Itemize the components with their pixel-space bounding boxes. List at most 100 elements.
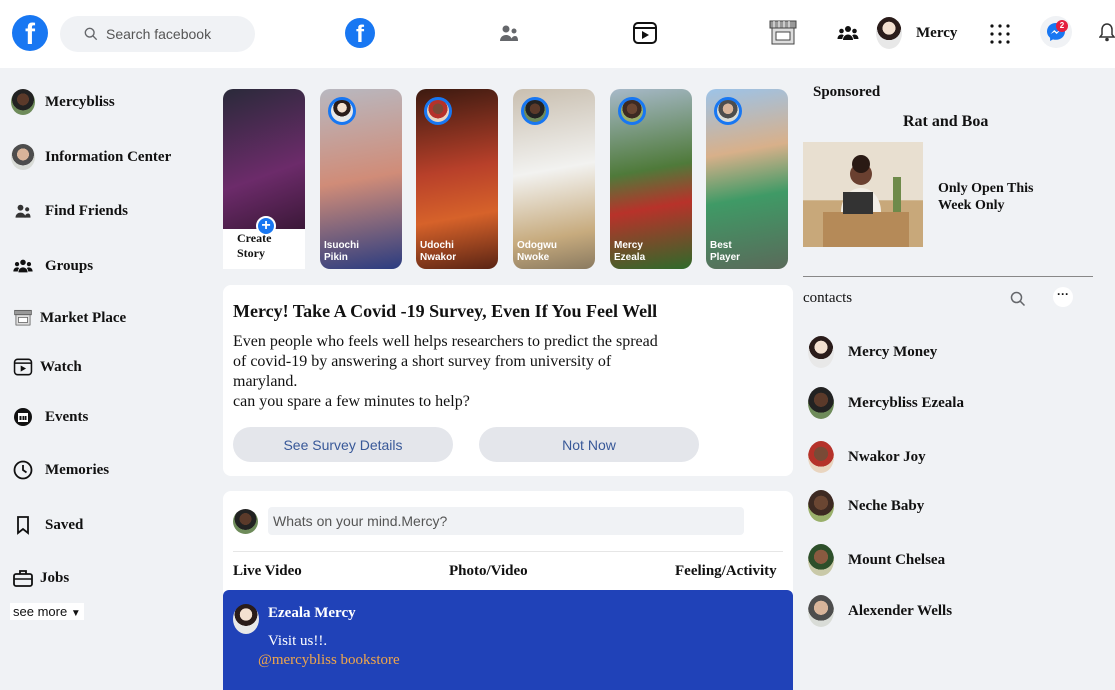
- sidebar-item-events[interactable]: Events: [10, 403, 88, 431]
- groups-icon: [13, 259, 33, 273]
- create-story-label: Create Story: [237, 231, 272, 260]
- facebook-logo[interactable]: f: [12, 15, 48, 51]
- contact-item[interactable]: Mount Chelsea: [808, 544, 945, 576]
- survey-title: Mercy! Take A Covid -19 Survey, Even If …: [233, 301, 658, 321]
- avatar: [808, 595, 834, 627]
- sidebar-item-label: Market Place: [40, 309, 127, 326]
- sidebar-item-watch[interactable]: Watch: [10, 353, 82, 381]
- search-input[interactable]: [106, 26, 246, 42]
- messenger-icon: [1047, 23, 1065, 41]
- post-text: Visit us!!.: [268, 633, 328, 649]
- see-more-dropdown[interactable]: see more ▼: [10, 603, 84, 620]
- avatar: [714, 97, 742, 125]
- chevron-down-icon: ▼: [70, 608, 81, 619]
- profile-name: Mercy: [916, 24, 958, 41]
- sidebar-item-label: Jobs: [40, 569, 70, 586]
- not-now-button[interactable]: Not Now: [479, 427, 699, 462]
- sidebar-item-mercybliss[interactable]: Mercybliss: [10, 88, 115, 116]
- ad-image[interactable]: [803, 142, 923, 247]
- avatar: [808, 336, 834, 368]
- marketplace-nav-button[interactable]: [767, 17, 799, 49]
- sidebar-item-memories[interactable]: Memories: [10, 456, 109, 484]
- watch-icon: [633, 22, 657, 44]
- marketplace-icon: [769, 20, 797, 45]
- see-more-label: see more: [13, 604, 68, 619]
- avatar: [808, 387, 834, 419]
- clock-icon: [13, 460, 33, 480]
- story-card[interactable]: Best Player: [706, 89, 788, 269]
- post-author[interactable]: Ezeala Mercy: [268, 605, 356, 622]
- whats-on-your-mind-input[interactable]: [268, 507, 744, 535]
- see-survey-details-button[interactable]: See Survey Details: [233, 427, 453, 462]
- groups-icon: [837, 26, 859, 40]
- notification-badge: 2: [1056, 20, 1068, 32]
- sidebar-item-groups[interactable]: Groups: [10, 252, 93, 280]
- survey-card: Mercy! Take A Covid -19 Survey, Even If …: [223, 285, 793, 476]
- search-icon[interactable]: [1010, 291, 1026, 307]
- sidebar-item-label: Mercybliss: [45, 93, 115, 110]
- sidebar-item-label: Saved: [45, 516, 84, 533]
- sidebar-item-label: Find Friends: [45, 202, 128, 219]
- sidebar-item-jobs[interactable]: Jobs: [10, 564, 69, 592]
- avatar: [233, 509, 258, 534]
- contact-item[interactable]: Alexender Wells: [808, 595, 952, 627]
- photo-video-button[interactable]: Photo/Video: [449, 563, 528, 580]
- watch-icon: [13, 358, 33, 376]
- more-options-icon[interactable]: ···: [1053, 287, 1073, 307]
- avatar: [11, 89, 35, 115]
- search-box[interactable]: [60, 16, 255, 52]
- story-author: Best Player: [710, 240, 741, 263]
- story-card[interactable]: Mercy Ezeala: [610, 89, 692, 269]
- story-author: Mercy Ezeala: [614, 240, 646, 263]
- home-nav-button[interactable]: f: [344, 17, 376, 49]
- feeling-activity-button[interactable]: Feeling/Activity: [675, 563, 777, 580]
- groups-nav-button[interactable]: [832, 17, 864, 49]
- sidebar-item-label: Memories: [45, 461, 110, 478]
- feed-post: Ezeala Mercy Visit us!!. @mercybliss boo…: [223, 590, 793, 690]
- story-card[interactable]: Odogwu Nwoke: [513, 89, 595, 269]
- bell-icon[interactable]: [1099, 20, 1115, 46]
- watch-nav-button[interactable]: [629, 17, 661, 49]
- story-photo: [223, 89, 305, 229]
- contact-item[interactable]: Neche Baby: [808, 490, 924, 522]
- post-link[interactable]: @mercybliss bookstore: [258, 652, 400, 669]
- profile-shortcut[interactable]: Mercy: [876, 17, 957, 49]
- contact-name: Mercybliss Ezeala: [848, 394, 964, 411]
- ad-text[interactable]: Only Open This Week Only: [938, 180, 1068, 214]
- sidebar-item-information-center[interactable]: Information Center: [10, 143, 171, 171]
- story-author: Isuochi Pikin: [324, 240, 360, 263]
- avatar: [233, 604, 259, 634]
- avatar: [521, 97, 549, 125]
- sidebar-item-saved[interactable]: Saved: [10, 511, 83, 539]
- contact-item[interactable]: Mercybliss Ezeala: [808, 387, 964, 419]
- story-card[interactable]: Isuochi Pikin: [320, 89, 402, 269]
- friends-icon: [15, 204, 31, 218]
- contact-name: Alexender Wells: [848, 602, 953, 619]
- friends-icon: [500, 25, 518, 41]
- live-video-button[interactable]: Live Video: [233, 563, 302, 580]
- contact-item[interactable]: Nwakor Joy: [808, 441, 926, 473]
- story-author: Udochi Nwakor: [420, 240, 457, 263]
- friends-nav-button[interactable]: [493, 17, 525, 49]
- avatar: [11, 144, 35, 170]
- sidebar-item-label: Events: [45, 408, 89, 425]
- messenger-button[interactable]: [1040, 16, 1072, 48]
- menu-grid-icon[interactable]: [988, 22, 1012, 46]
- sidebar-item-market-place[interactable]: Market Place: [10, 304, 126, 332]
- ad-title[interactable]: Rat and Boa: [903, 113, 988, 131]
- avatar: [808, 544, 834, 576]
- contact-name: Nwakor Joy: [848, 448, 926, 465]
- briefcase-icon: [13, 570, 33, 587]
- sidebar-item-label: Groups: [45, 257, 94, 274]
- create-story-card[interactable]: + Create Story: [223, 89, 305, 269]
- story-card[interactable]: Udochi Nwakor: [416, 89, 498, 269]
- sidebar-item-label: Information Center: [45, 148, 172, 165]
- survey-body: Even people who feels well helps researc…: [233, 333, 658, 410]
- sidebar-item-label: Watch: [40, 358, 82, 375]
- contact-item[interactable]: Mercy Money: [808, 336, 937, 368]
- post-composer: Live Video Photo/Video Feeling/Activity: [223, 491, 793, 601]
- contact-name: Mercy Money: [848, 343, 938, 360]
- sidebar-item-find-friends[interactable]: Find Friends: [10, 197, 128, 225]
- avatar: [618, 97, 646, 125]
- contact-name: Neche Baby: [848, 497, 925, 514]
